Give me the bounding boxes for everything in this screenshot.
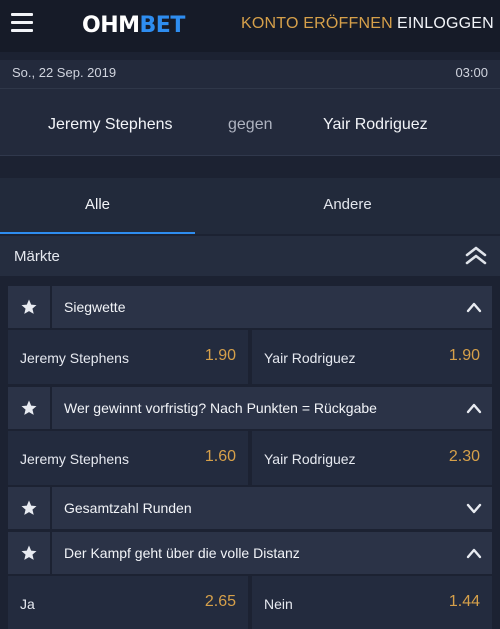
event-info: So., 22 Sep. 2019 03:00 Jeremy Stephens …	[0, 60, 500, 156]
outcome-name: Jeremy Stephens	[20, 451, 129, 467]
event-time: 03:00	[455, 65, 488, 80]
odds-button[interactable]: Jeremy Stephens 1.60	[8, 431, 248, 485]
team-home: Jeremy Stephens	[48, 116, 173, 133]
versus-label: gegen	[228, 116, 273, 133]
tab-andere[interactable]: Andere	[195, 178, 500, 234]
odds-button[interactable]: Nein 1.44	[252, 576, 492, 629]
odds-value: 2.65	[204, 593, 236, 610]
logo-text-ohm: OHM	[82, 13, 140, 38]
ohmbet-logo[interactable]: OHMBET	[82, 13, 185, 39]
odds-button[interactable]: Yair Rodriguez 1.90	[252, 330, 492, 384]
outcome-name: Yair Rodriguez	[264, 350, 356, 366]
market-tabs: Alle Andere	[0, 178, 500, 234]
markets-section-header[interactable]: Märkte	[0, 236, 500, 276]
tab-alle[interactable]: Alle	[0, 178, 195, 234]
login-link[interactable]: EINLOGGEN	[397, 15, 494, 33]
odds-button[interactable]: Jeremy Stephens 1.90	[8, 330, 248, 384]
market-header-siegwette[interactable]: Siegwette	[8, 286, 492, 328]
chevron-up-icon[interactable]	[466, 401, 482, 415]
odds-button[interactable]: Ja 2.65	[8, 576, 248, 629]
outcome-name: Nein	[264, 596, 293, 612]
odds-value: 1.90	[448, 347, 480, 364]
outcome-name: Ja	[20, 596, 35, 612]
star-icon[interactable]	[8, 286, 52, 328]
chevron-up-icon[interactable]	[466, 546, 482, 560]
odds-value: 1.90	[204, 347, 236, 364]
market-title: Wer gewinnt vorfristig? Nach Punkten = R…	[64, 400, 377, 416]
top-header: OHMBET KONTO ERÖFFNEN EINLOGGEN	[0, 0, 500, 52]
market-header-full-distance[interactable]: Der Kampf geht über die volle Distanz	[8, 532, 492, 574]
register-link[interactable]: KONTO ERÖFFNEN	[241, 15, 393, 33]
star-icon[interactable]	[8, 487, 52, 529]
market-outcomes-row: Jeremy Stephens 1.90 Yair Rodriguez 1.90	[8, 330, 492, 384]
divider	[0, 88, 500, 89]
event-date: So., 22 Sep. 2019	[12, 65, 117, 80]
logo-text-bet: BET	[139, 13, 186, 38]
odds-value: 1.44	[448, 593, 480, 610]
odds-button[interactable]: Yair Rodriguez 2.30	[252, 431, 492, 485]
market-outcomes-row: Ja 2.65 Nein 1.44	[8, 576, 492, 629]
odds-value: 2.30	[448, 448, 480, 465]
outcome-name: Jeremy Stephens	[20, 350, 129, 366]
hamburger-menu-icon[interactable]	[11, 13, 33, 35]
market-header-total-rounds[interactable]: Gesamtzahl Runden	[8, 487, 492, 529]
chevron-up-icon[interactable]	[466, 300, 482, 314]
outcome-name: Yair Rodriguez	[264, 451, 356, 467]
market-outcomes-row: Jeremy Stephens 1.60 Yair Rodriguez 2.30	[8, 431, 492, 485]
star-icon[interactable]	[8, 387, 52, 429]
star-icon[interactable]	[8, 532, 52, 574]
market-header-early-win[interactable]: Wer gewinnt vorfristig? Nach Punkten = R…	[8, 387, 492, 429]
odds-value: 1.60	[204, 448, 236, 465]
team-away: Yair Rodriguez	[323, 116, 428, 133]
markets-title: Märkte	[14, 248, 60, 265]
double-chevron-up-icon[interactable]	[465, 246, 487, 266]
market-title: Siegwette	[64, 299, 126, 315]
market-title: Der Kampf geht über die volle Distanz	[64, 545, 300, 561]
chevron-down-icon[interactable]	[466, 501, 482, 515]
market-title: Gesamtzahl Runden	[64, 500, 192, 516]
